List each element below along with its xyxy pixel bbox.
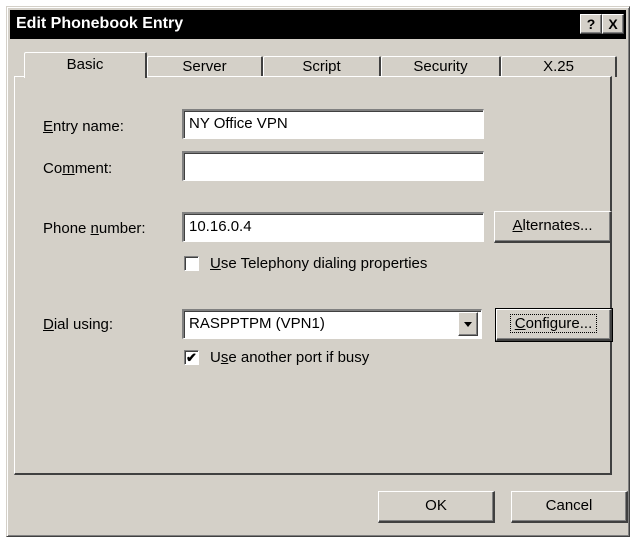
tab-x25[interactable]: X.25 <box>501 56 617 77</box>
tab-label: X.25 <box>543 58 574 75</box>
dial-using-value: RASPPTPM (VPN1) <box>189 315 325 332</box>
tab-security[interactable]: Security <box>381 56 501 77</box>
help-button[interactable]: ? <box>580 14 602 34</box>
dropdown-button[interactable] <box>458 312 478 336</box>
cancel-button[interactable]: Cancel <box>511 491 628 523</box>
tab-label: Basic <box>66 56 104 73</box>
focus-rect: Configure... <box>509 314 598 333</box>
alternates-button[interactable]: Alternates... <box>494 211 612 243</box>
tab-script[interactable]: Script <box>263 56 381 77</box>
tab-label: Server <box>182 58 227 75</box>
ok-button[interactable]: OK <box>378 491 495 523</box>
phone-number-label: Phone number: <box>43 220 146 237</box>
comment-field[interactable] <box>182 151 484 181</box>
telephony-label: Use Telephony dialing properties <box>210 255 428 272</box>
configure-button[interactable]: Configure... <box>495 308 613 342</box>
dial-using-select[interactable]: RASPPTPM (VPN1) <box>182 309 482 339</box>
close-button[interactable]: X <box>602 14 624 34</box>
another-port-label: Use another port if busy <box>210 349 370 366</box>
tab-label: Script <box>302 58 341 75</box>
another-port-checkbox[interactable]: ✔ <box>184 350 199 365</box>
window-title: Edit Phonebook Entry <box>16 15 184 32</box>
entry-name-field[interactable]: NY Office VPN <box>182 109 484 139</box>
entry-name-label: Entry name: <box>43 118 124 135</box>
dial-using-label: Dial using: <box>43 316 114 333</box>
checkmark-icon: ✔ <box>186 350 197 365</box>
title-bar[interactable]: Edit Phonebook Entry ? X <box>10 10 626 39</box>
comment-label: Comment: <box>43 160 113 177</box>
chevron-down-icon <box>464 322 472 327</box>
telephony-checkbox[interactable] <box>184 256 199 271</box>
tab-server[interactable]: Server <box>147 56 263 77</box>
tab-label: Security <box>413 58 468 75</box>
phone-number-field[interactable]: 10.16.0.4 <box>182 212 484 242</box>
tab-basic[interactable]: Basic <box>24 52 147 78</box>
help-icon: ? <box>586 16 596 32</box>
close-icon: X <box>608 16 618 32</box>
